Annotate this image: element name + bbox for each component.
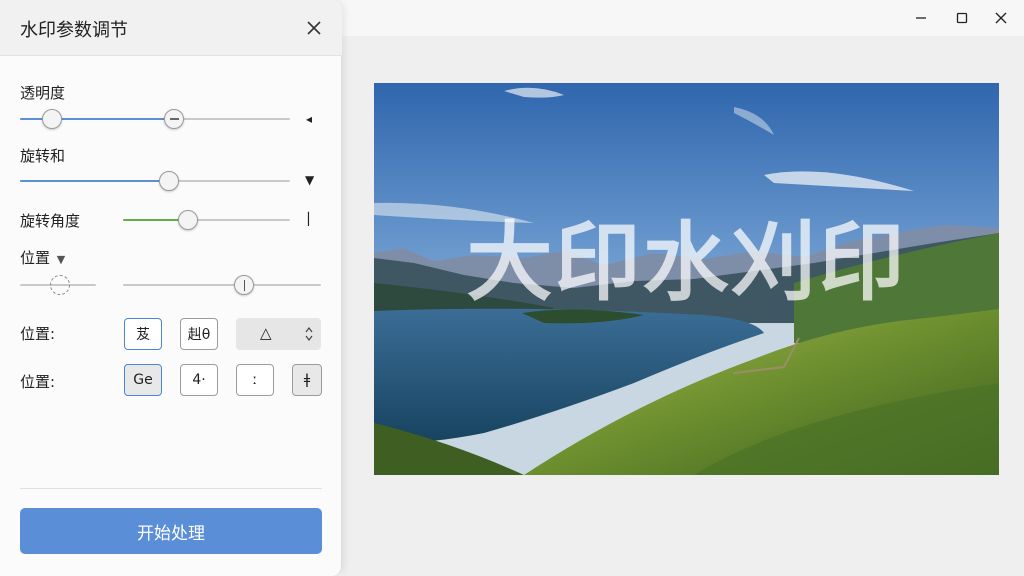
position-row1-label: 位置:: [20, 325, 56, 343]
chevron-down-icon: ▼: [56, 253, 66, 266]
alignment-button-4[interactable]: ǂ: [292, 364, 322, 396]
start-processing-button[interactable]: 开始处理: [20, 508, 322, 554]
position-row2-label: 位置:: [20, 373, 56, 391]
watermark-text: 大印水刈印: [466, 213, 907, 313]
tick-mark-icon: ▏: [308, 212, 318, 226]
rotation-slider-thumb[interactable]: [158, 171, 179, 191]
panel-header: 水印参数调节: [0, 0, 342, 56]
panel-title: 水印参数调节: [20, 20, 128, 41]
maximize-icon: [956, 12, 968, 24]
image-preview: 大印水刈印: [374, 83, 999, 475]
close-icon: [995, 12, 1007, 24]
position-small-slider-thumb[interactable]: [49, 275, 70, 295]
position-option-button-1[interactable]: 芨: [124, 318, 162, 350]
triangle-icon: △: [260, 324, 272, 342]
rotation-slider-fill: [20, 180, 169, 182]
rotation-angle-label: 旋转角度: [20, 212, 81, 230]
position-option-button-2[interactable]: 赳θ: [180, 318, 218, 350]
collapse-arrow-icon[interactable]: ◂: [306, 112, 312, 126]
position-large-slider-track[interactable]: [123, 284, 321, 286]
minimize-button[interactable]: [908, 6, 934, 30]
alignment-button-2[interactable]: 4·: [180, 364, 218, 396]
window-close-button[interactable]: [988, 6, 1014, 30]
rotation-angle-slider-track[interactable]: [123, 219, 290, 221]
watermark-settings-panel: 水印参数调节 透明度 ◂ 旋转和 ▼ 旋转角度 ▏ 位置 ▼ 位置: 芨 赳θ …: [0, 0, 342, 576]
maximize-button[interactable]: [949, 6, 975, 30]
minimize-icon: [916, 17, 926, 19]
rotation-slider-track[interactable]: [20, 180, 290, 182]
alignment-button-3[interactable]: ː: [236, 364, 274, 396]
spinner-arrows-icon: [305, 327, 313, 341]
alignment-button-1[interactable]: Ge: [124, 364, 162, 396]
thumb-marker: [243, 280, 245, 291]
position-large-slider-thumb[interactable]: [233, 275, 254, 295]
position-dropdown[interactable]: 位置 ▼: [20, 247, 65, 268]
rotation-angle-slider-thumb[interactable]: [178, 210, 199, 230]
opacity-label: 透明度: [20, 84, 66, 102]
position-label: 位置: [20, 249, 51, 267]
panel-divider: [20, 488, 322, 489]
panel-close-button[interactable]: [302, 16, 326, 40]
opacity-slider-thumb-end[interactable]: [163, 109, 184, 129]
position-spinner[interactable]: △: [236, 318, 321, 350]
dropdown-arrow-icon[interactable]: ▼: [305, 173, 314, 187]
grip-icon: [169, 118, 179, 120]
close-icon: [307, 21, 321, 35]
rotation-label: 旋转和: [20, 147, 66, 165]
opacity-slider-thumb-start[interactable]: [42, 109, 63, 129]
